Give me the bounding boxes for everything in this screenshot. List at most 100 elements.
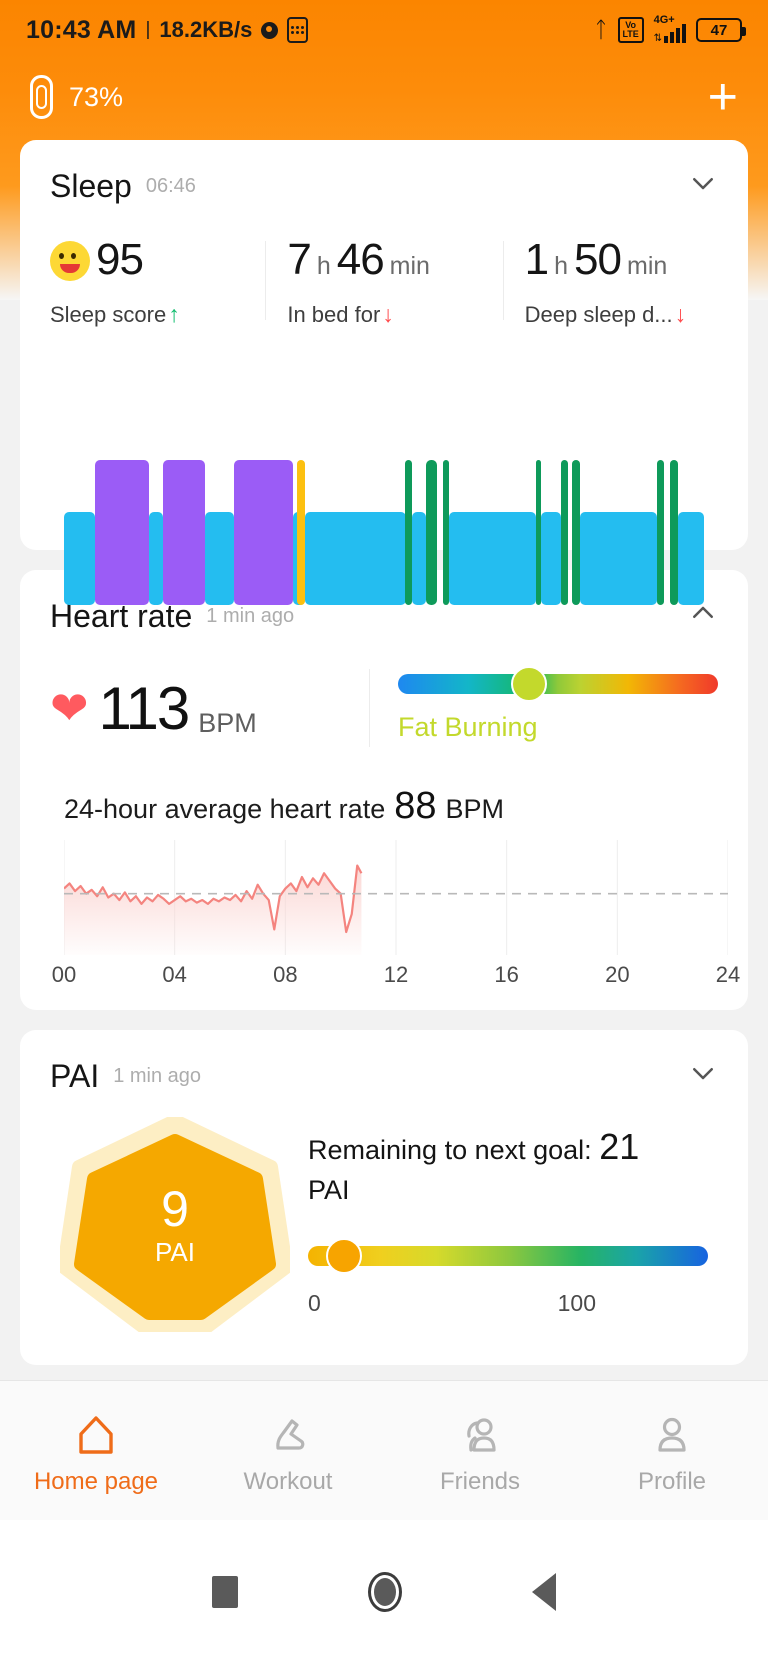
pai-goal-row: Remaining to next goal: 21 PAI [308, 1125, 708, 1210]
triangle-back-icon[interactable] [532, 1573, 556, 1611]
sleep-subtitle: 06:46 [145, 175, 196, 197]
sleep-segment-deep [163, 460, 205, 605]
deep-sleep-hours-unit: h [554, 252, 569, 280]
sleep-title: Sleep [50, 168, 132, 204]
heart-rate-card[interactable]: Heart rate 1 min ago ❤ 113 BPM Fat Burni… [20, 570, 748, 1010]
device-bar-left[interactable]: 73% [30, 75, 123, 119]
heart-rate-zone: Fat Burning [370, 665, 718, 743]
sleep-segment-light [541, 512, 561, 605]
hr-axis-tick: 16 [494, 962, 519, 987]
pai-title: PAI [50, 1058, 100, 1094]
heart-rate-subtitle: 1 min ago [206, 605, 295, 627]
sleep-score-label-row: Sleep score ↑ [50, 301, 243, 328]
heart-rate-zone-label: Fat Burning [398, 711, 538, 742]
network-speed: 18.2KB/s [159, 17, 253, 42]
sleep-segment-light [204, 512, 234, 605]
volte-line-2: LTE [622, 29, 639, 39]
square-recents-icon[interactable] [212, 1576, 238, 1608]
heart-rate-main-row: ❤ 113 BPM Fat Burning [20, 665, 748, 747]
volte-icon: Vo LTE [617, 17, 644, 43]
pai-goal-section: Remaining to next goal: 21 PAI 0 100 [290, 1125, 708, 1323]
chevron-down-icon[interactable] [688, 1058, 718, 1088]
device-battery-label: 73% [69, 81, 124, 112]
pai-goal-text: Remaining to next goal: [308, 1134, 592, 1165]
pai-progress-bar[interactable] [308, 1237, 708, 1274]
heart-rate-average-row: 24-hour average heart rate 88 BPM [20, 785, 748, 828]
friends-icon [467, 1417, 496, 1452]
heart-icon: ❤ [50, 682, 89, 734]
phone-screen: 10:43 AM | 18.2KB/s ᛏ Vo LTE 4G+ ⇅ 47 73… [0, 0, 768, 1664]
home-icon [79, 1415, 113, 1454]
tab-home-page[interactable]: Home page [0, 1381, 192, 1520]
in-bed-label-row: In bed for ↓ [287, 301, 480, 328]
hr-axis-tick: 24 [715, 962, 741, 987]
add-button[interactable]: + [708, 71, 738, 123]
sleep-score-value-row: 95 [50, 235, 243, 287]
hr-axis-tick: 04 [162, 962, 187, 987]
sleep-segment-rem [670, 460, 678, 605]
pai-card-header[interactable]: PAI 1 min ago [20, 1030, 748, 1095]
deep-sleep-minutes-unit: min [627, 252, 668, 280]
pai-scale-max: 100 [557, 1289, 596, 1316]
sleep-segment-light [579, 512, 657, 605]
deep-sleep-value-row: 1 h 50 min [525, 235, 718, 287]
tab-workout-label: Workout [243, 1467, 333, 1495]
signal-icon: 4G+ ⇅ [653, 14, 686, 44]
person-icon [658, 1417, 686, 1452]
sleep-card-header[interactable]: Sleep 06:46 [20, 140, 748, 205]
deep-sleep-label: Deep sleep d... [524, 301, 673, 327]
shoe-icon [276, 1418, 305, 1450]
trend-down-icon: ↓ [382, 301, 394, 327]
network-type-label: 4G+ [653, 14, 675, 26]
in-bed-hours: 7 [287, 235, 312, 284]
heart-rate-unit: BPM [198, 708, 257, 738]
sleep-segment-deep [94, 460, 150, 605]
pai-goal-value: 21 [599, 1125, 640, 1167]
heart-rate-value: 113 [98, 674, 191, 742]
pai-scale-min: 0 [308, 1289, 321, 1316]
hr-axis-tick: 08 [273, 962, 298, 987]
android-navigation-bar [0, 1520, 768, 1664]
hr-axis-tick: 12 [383, 962, 409, 987]
tab-profile-label: Profile [637, 1467, 707, 1495]
sleep-segment-light [149, 512, 164, 605]
heart-rate-zone-gauge[interactable] [398, 665, 718, 702]
stat-in-bed: 7 h 46 min In bed for ↓ [265, 235, 502, 328]
heart-rate-current: ❤ 113 BPM [50, 669, 370, 747]
sleep-segment-light [411, 512, 426, 605]
tab-profile[interactable]: Profile [576, 1381, 768, 1520]
pai-heptagon-badge[interactable]: 9 PAI [60, 1117, 290, 1332]
sleep-segment-rem [572, 460, 580, 605]
sleep-segment-rem [425, 460, 438, 605]
pai-progress-thumb[interactable] [326, 1237, 362, 1274]
tab-workout[interactable]: Workout [192, 1381, 384, 1520]
sleep-card[interactable]: Sleep 06:46 95 Sleep score ↑ 7 h 46 min … [20, 140, 748, 656]
deep-sleep-hours: 1 [524, 235, 550, 284]
status-bar-right: ᛏ Vo LTE 4G+ ⇅ 47 [594, 14, 746, 44]
trend-up-icon: ↑ [168, 301, 180, 327]
pai-value: 9 [161, 1181, 189, 1237]
signal-bars [664, 24, 686, 43]
circle-home-icon[interactable] [368, 1572, 402, 1612]
in-bed-value-row: 7 h 46 min [287, 235, 480, 287]
heart-rate-average-unit: BPM [445, 794, 505, 824]
sleep-segment-light [448, 512, 536, 605]
trend-down-icon: ↓ [674, 301, 687, 327]
stat-deep-sleep: 1 h 50 min Deep sleep d... ↓ [502, 235, 740, 328]
heart-rate-area [64, 865, 362, 955]
in-bed-label: In bed for [287, 301, 381, 327]
sleep-stages-chart[interactable] [64, 460, 704, 605]
deep-sleep-label-row: Deep sleep d... ↓ [525, 301, 718, 328]
sleep-segment-awake [296, 460, 306, 605]
pai-badge-text: 9 PAI [60, 1117, 290, 1332]
pai-goal-unit: PAI [308, 1174, 350, 1205]
heart-rate-average-value: 88 [394, 785, 437, 827]
bluetooth-icon: ᛏ [594, 17, 608, 42]
chevron-down-icon[interactable] [688, 168, 718, 198]
system-status-bar: 10:43 AM | 18.2KB/s ᛏ Vo LTE 4G+ ⇅ 47 [0, 0, 768, 60]
heart-rate-chart[interactable] [63, 840, 729, 955]
heart-rate-zone-thumb[interactable] [511, 665, 548, 702]
tab-friends[interactable]: Friends [384, 1381, 576, 1520]
pai-card[interactable]: PAI 1 min ago 9 PAI Remaining to next go… [20, 1030, 748, 1365]
sleep-segment-rem [535, 460, 542, 605]
